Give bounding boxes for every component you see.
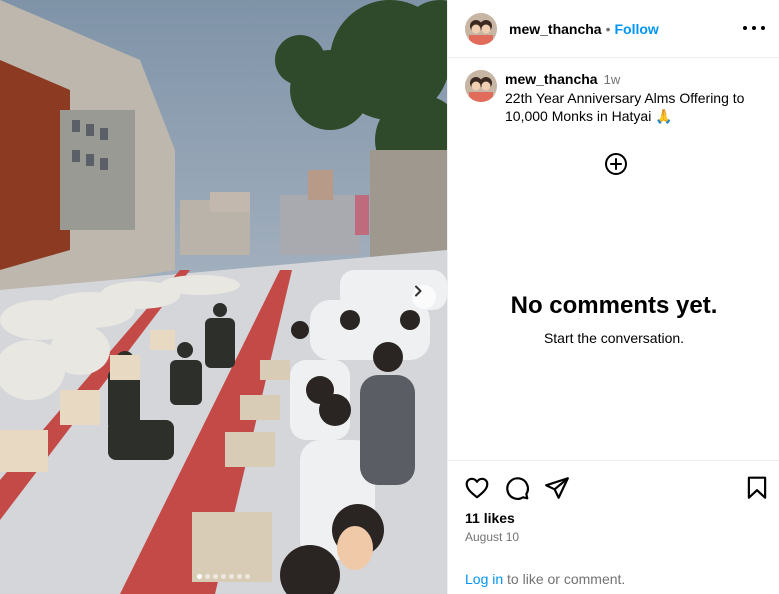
likes-count[interactable]: 11 likes <box>465 510 515 526</box>
add-circle-icon[interactable] <box>604 152 628 176</box>
share-icon[interactable] <box>544 475 570 501</box>
alms-offering-photo <box>0 0 447 594</box>
post-date: August 10 <box>465 530 520 544</box>
follow-button[interactable]: Follow <box>615 21 659 37</box>
carousel-dot <box>197 574 202 579</box>
carousel-dot <box>221 574 226 579</box>
empty-comments: No comments yet. Start the conversation. <box>448 292 779 346</box>
comment-icon[interactable] <box>504 475 530 501</box>
caption: mew_thancha 1w 22th Year Anniversary Alms… <box>465 70 765 125</box>
carousel-dot <box>205 574 210 579</box>
post-time[interactable]: 1w <box>604 72 621 87</box>
login-prompt: Log in to like or comment. <box>465 571 625 587</box>
more-options-icon[interactable] <box>743 18 765 38</box>
post-actions: 11 likes August 10 Log in to like or com… <box>448 460 779 594</box>
caption-username-link[interactable]: mew_thancha <box>505 71 598 87</box>
bookmark-icon[interactable] <box>744 475 770 501</box>
avatar[interactable] <box>465 70 497 102</box>
next-slide-button[interactable] <box>412 285 436 309</box>
chevron-right-icon <box>415 285 422 297</box>
separator-dot: • <box>605 20 611 37</box>
post-side-panel: mew_thancha • Follow mew_thancha 1w 22th … <box>447 0 779 594</box>
carousel-indicator <box>0 574 447 579</box>
post-header: mew_thancha • Follow <box>448 0 779 58</box>
carousel-dot <box>237 574 242 579</box>
login-suffix: to like or comment. <box>503 571 626 587</box>
empty-comments-subtitle: Start the conversation. <box>543 330 685 346</box>
carousel-dot <box>213 574 218 579</box>
carousel-dot <box>245 574 250 579</box>
avatar[interactable] <box>465 12 497 45</box>
username-link[interactable]: mew_thancha <box>509 21 602 37</box>
carousel-dot <box>229 574 234 579</box>
caption-text: 22th Year Anniversary Alms Offering to 1… <box>505 90 745 124</box>
heart-icon[interactable] <box>464 475 490 501</box>
login-link[interactable]: Log in <box>465 571 503 587</box>
empty-comments-title: No comments yet. <box>510 292 718 319</box>
post-photo[interactable] <box>0 0 447 594</box>
